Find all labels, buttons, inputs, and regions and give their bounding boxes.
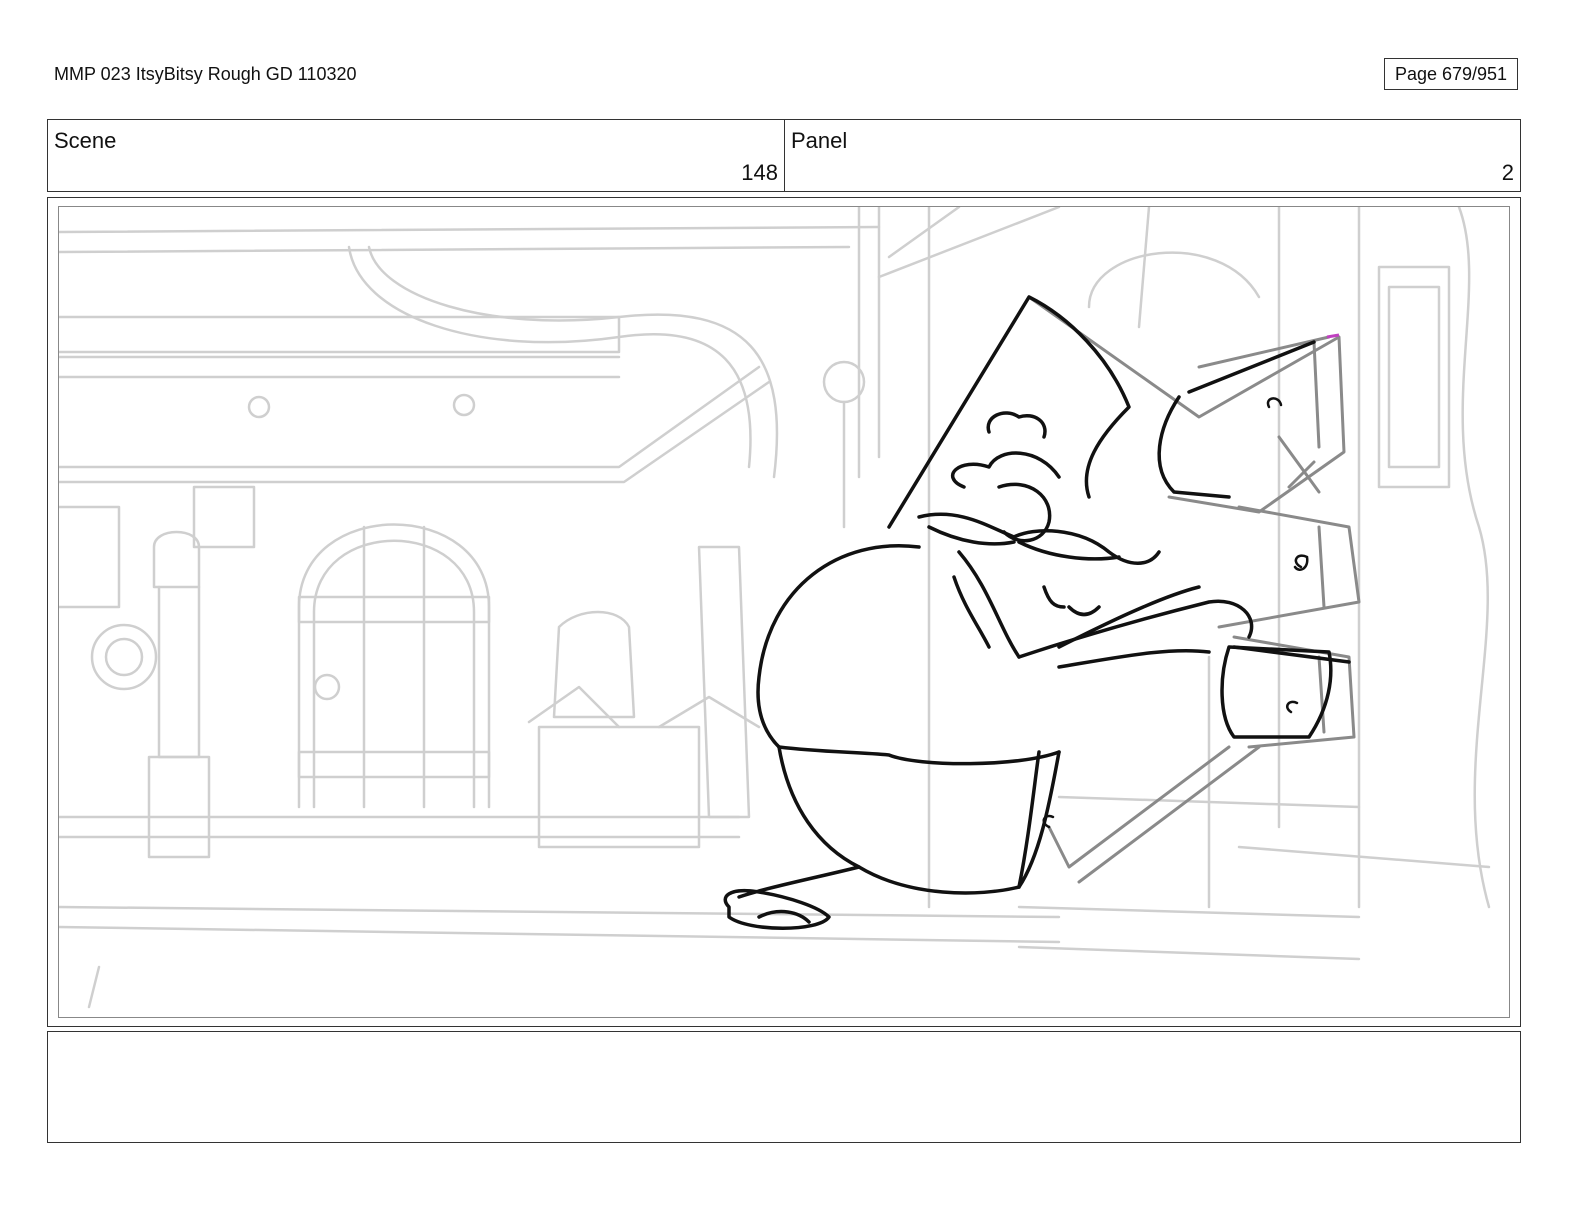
panel-notes-box [47,1031,1521,1143]
panel-number: 2 [1501,160,1514,185]
character-sketch [723,295,1351,930]
scene-panel-header: Scene 148 Panel 2 [47,119,1521,192]
scene-number: 148 [741,160,778,185]
page-indicator: Page 679/951 [1384,58,1518,90]
accent-mark [1326,333,1340,339]
scene-label: Scene [54,128,117,153]
storyboard-sketch [59,207,1491,1009]
panel-frame [47,197,1521,1027]
panel-cell: Panel 2 [785,120,1520,191]
scene-cell: Scene 148 [48,120,785,191]
panel-label: Panel [791,128,848,153]
panel-drawing-area [58,206,1510,1018]
document-title: MMP 023 ItsyBitsy Rough GD 110320 [54,64,357,84]
